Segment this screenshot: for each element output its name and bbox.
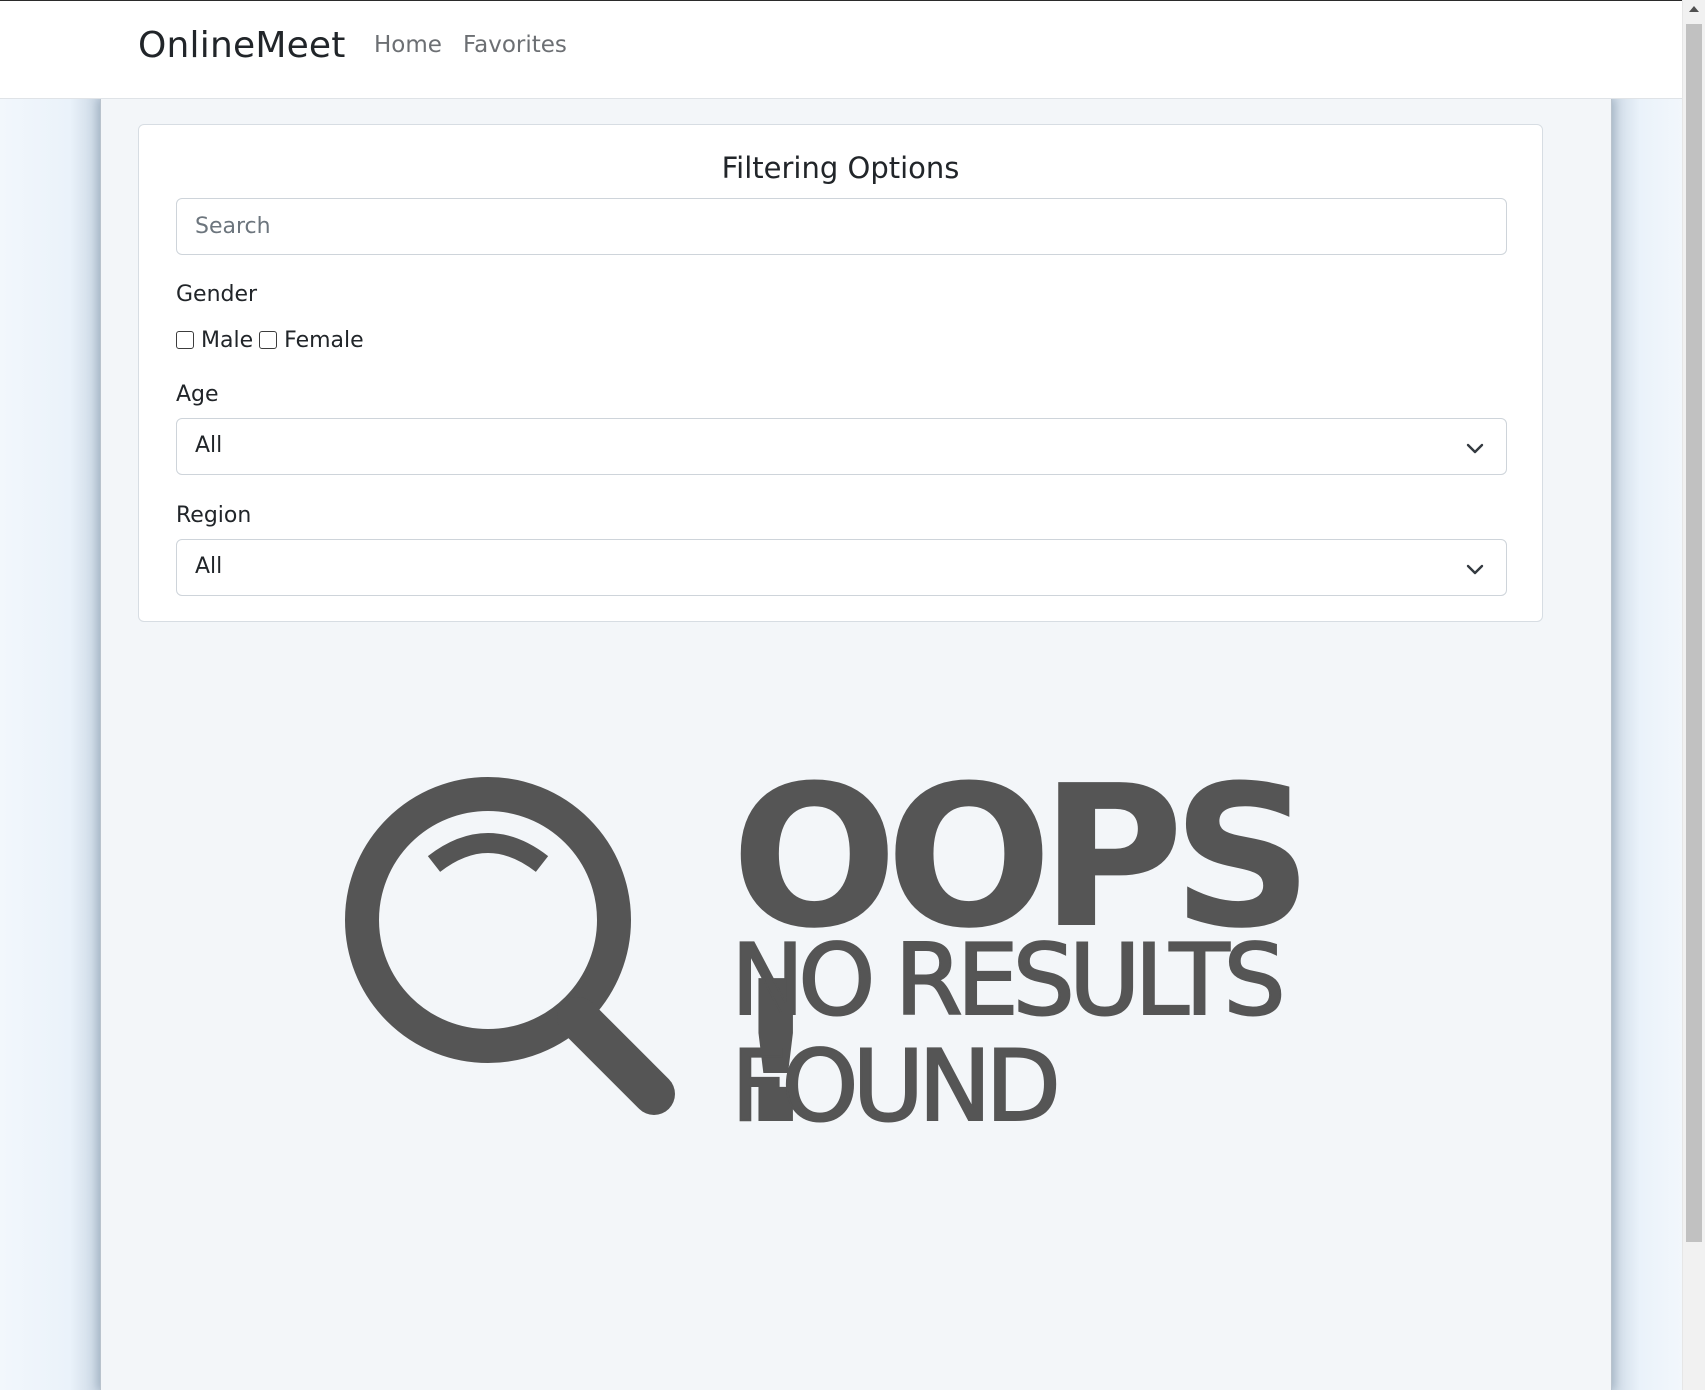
brand-link[interactable]: OnlineMeet	[138, 25, 346, 66]
gender-label: Gender	[176, 282, 258, 307]
gender-option-male[interactable]: Male	[176, 328, 253, 353]
region-select-value: All	[195, 554, 223, 579]
found-text: FOUND	[730, 1030, 1062, 1144]
male-checkbox[interactable]	[176, 331, 194, 349]
region-label: Region	[176, 503, 252, 528]
male-label: Male	[201, 327, 254, 353]
search-input[interactable]	[176, 198, 1507, 255]
filter-title: Filtering Options	[721, 151, 960, 185]
top-navbar: OnlineMeet Home Favorites	[0, 0, 1682, 99]
age-label: Age	[176, 382, 219, 407]
region-select[interactable]: All	[176, 539, 1507, 596]
scroll-thumb[interactable]	[1686, 24, 1702, 1242]
nav-favorites-link[interactable]: Favorites	[463, 32, 567, 58]
page: OnlineMeet Home Favorites Filtering Opti…	[0, 0, 1705, 1390]
chevron-down-icon	[1466, 443, 1484, 454]
no-results-text: NO RESULTS	[730, 924, 1287, 1038]
nav-home-link[interactable]: Home	[374, 32, 442, 58]
female-checkbox[interactable]	[259, 331, 278, 349]
scroll-up-arrow-icon[interactable]	[1689, 6, 1699, 12]
right-background	[1612, 99, 1682, 1390]
age-select-value: All	[195, 433, 223, 458]
magnifier-icon	[345, 777, 675, 1115]
no-results-illustration: OOPS ! NO RESULTS FOUND	[338, 760, 1338, 1152]
page-scrollbar[interactable]	[1682, 0, 1705, 1390]
left-background	[0, 99, 100, 1390]
gender-option-female[interactable]: Female	[259, 328, 364, 353]
female-label: Female	[284, 327, 364, 353]
gender-options: Male Female	[176, 325, 370, 355]
chevron-down-icon	[1466, 564, 1484, 575]
age-select[interactable]: All	[176, 418, 1507, 475]
filter-card: Filtering Options Gender Male Female Age…	[138, 124, 1543, 622]
